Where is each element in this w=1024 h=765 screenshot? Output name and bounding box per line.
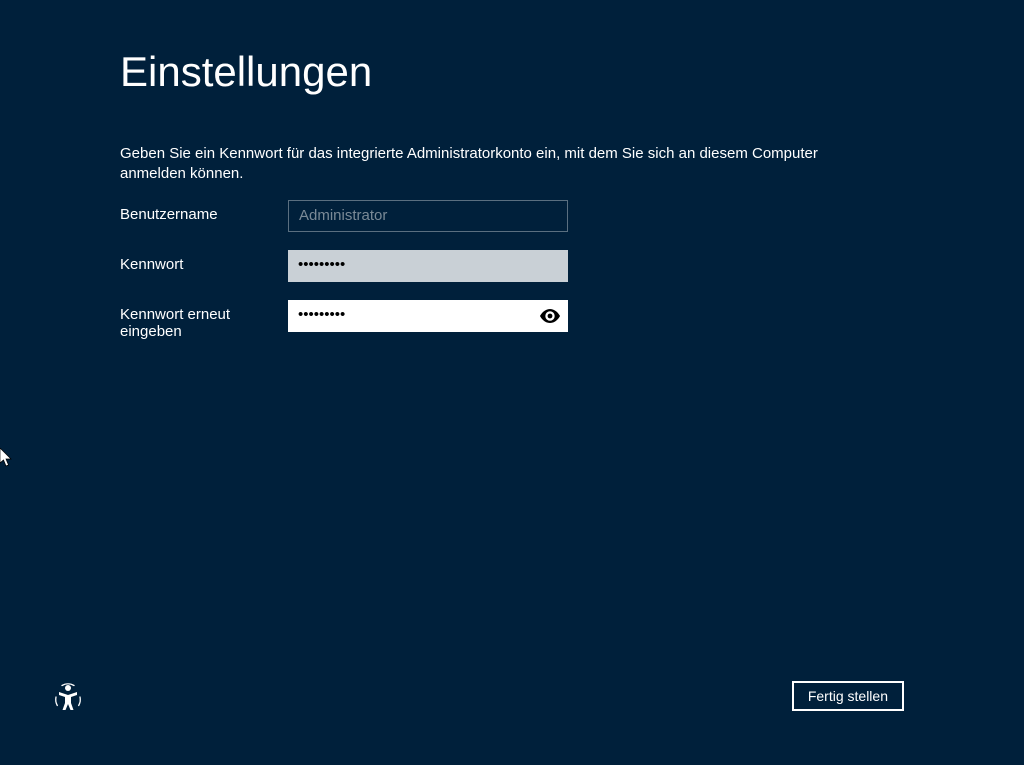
reveal-password-button[interactable] (536, 302, 564, 330)
confirm-password-field[interactable]: ••••••••• (288, 300, 568, 332)
password-row: Kennwort ••••••••• (120, 250, 880, 282)
eye-icon (540, 309, 560, 323)
username-field-wrap: Administrator (288, 200, 568, 232)
password-label: Kennwort (120, 250, 288, 273)
ease-of-access-button[interactable] (54, 683, 82, 711)
confirm-password-field-wrap: ••••••••• (288, 300, 568, 332)
finish-button[interactable]: Fertig stellen (792, 681, 904, 711)
password-field[interactable]: ••••••••• (288, 250, 568, 282)
mouse-cursor (0, 448, 14, 468)
credentials-form: Benutzername Administrator Kennwort ••••… (120, 200, 880, 358)
username-field: Administrator (288, 200, 568, 232)
password-field-wrap: ••••••••• (288, 250, 568, 282)
ease-of-access-icon (54, 683, 82, 711)
confirm-password-label: Kennwort erneut eingeben (120, 300, 288, 340)
username-row: Benutzername Administrator (120, 200, 880, 232)
oobe-settings-page: Einstellungen Geben Sie ein Kennwort für… (0, 0, 1024, 765)
username-label: Benutzername (120, 200, 288, 223)
confirm-password-row: Kennwort erneut eingeben ••••••••• (120, 300, 880, 340)
page-title: Einstellungen (120, 48, 372, 96)
instruction-text: Geben Sie ein Kennwort für das integrier… (120, 144, 880, 185)
